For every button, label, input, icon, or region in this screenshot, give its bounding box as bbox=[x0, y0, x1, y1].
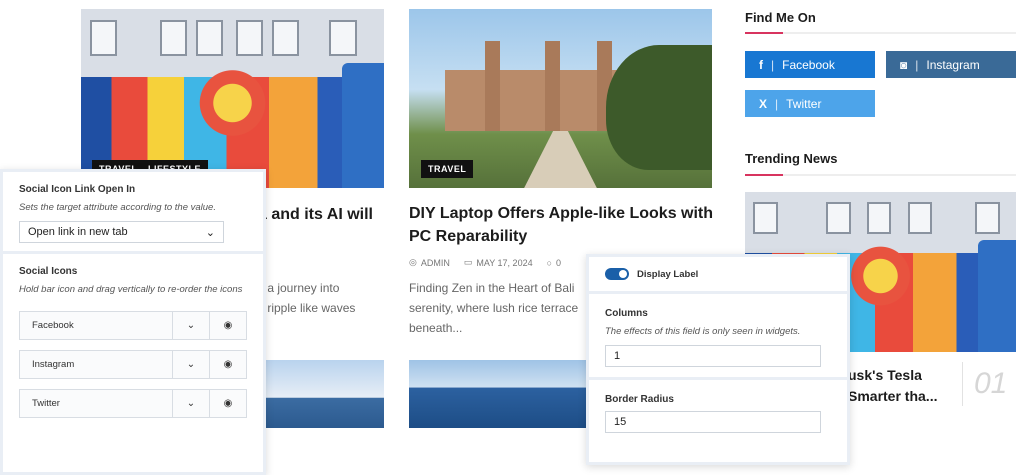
chevron-down-icon: ⌄ bbox=[205, 226, 215, 239]
link-target-select[interactable]: Open link in new tab ⌄ bbox=[19, 221, 224, 243]
chevron-down-icon[interactable]: ⌄ bbox=[172, 390, 209, 417]
eye-icon[interactable]: ◉ bbox=[209, 390, 246, 417]
facebook-icon: f bbox=[759, 57, 763, 72]
instagram-icon: ◙ bbox=[900, 57, 908, 72]
widget-title-underline bbox=[745, 32, 1016, 34]
section-description: The effects of this field is only seen i… bbox=[605, 326, 801, 337]
post-image-sea[interactable] bbox=[258, 360, 384, 428]
display-label-row: Display Label bbox=[589, 257, 847, 291]
post-excerpt: s a journey into s ripple like waves bbox=[258, 278, 355, 318]
social-button-facebook[interactable]: f | Facebook bbox=[745, 51, 875, 78]
social-icon-row[interactable]: Twitter ⌄ ◉ bbox=[19, 389, 247, 418]
page: TRAVEL LIFESTYLE TRAVEL a and its AI wil… bbox=[0, 0, 1024, 475]
post-title[interactable]: DIY Laptop Offers Apple-like Looks with … bbox=[409, 202, 719, 248]
excerpt-line: s ripple like waves bbox=[258, 301, 356, 315]
post-tag[interactable]: TRAVEL bbox=[421, 160, 474, 178]
comment-count: 0 bbox=[556, 257, 562, 268]
widget-title-trending: Trending News bbox=[745, 151, 838, 166]
divider bbox=[962, 362, 963, 406]
post-meta: ◎ ADMIN ▭ MAY 17, 2024 ○ 0 bbox=[409, 257, 561, 268]
author-name: ADMIN bbox=[420, 257, 450, 268]
social-settings-panel: Social Icon Link Open In Sets the target… bbox=[0, 169, 266, 475]
input-value: 15 bbox=[614, 416, 627, 428]
social-icon-label: Twitter bbox=[32, 398, 60, 409]
post-title[interactable]: a and its AI will bbox=[258, 203, 373, 226]
link-open-section: Social Icon Link Open In Sets the target… bbox=[3, 172, 263, 251]
chevron-down-icon[interactable]: ⌄ bbox=[172, 312, 209, 339]
trending-number: 01 bbox=[974, 367, 1008, 400]
eye-icon[interactable]: ◉ bbox=[209, 312, 246, 339]
trending-title[interactable]: usk's Tesla Smarter tha... bbox=[848, 365, 937, 407]
border-radius-input[interactable]: 15 bbox=[605, 411, 821, 433]
post-comments[interactable]: ○ 0 bbox=[547, 258, 561, 268]
calendar-icon: ▭ bbox=[463, 257, 473, 267]
social-icon-row[interactable]: Facebook ⌄ ◉ bbox=[19, 311, 247, 340]
widget-settings-panel: Display Label Columns The effects of thi… bbox=[586, 254, 850, 465]
widget-title-underline bbox=[745, 174, 1016, 176]
social-button-instagram[interactable]: ◙ | Instagram bbox=[886, 51, 1016, 78]
select-value: Open link in new tab bbox=[28, 226, 128, 238]
toggle-label: Display Label bbox=[637, 268, 699, 280]
columns-section: Columns The effects of this field is onl… bbox=[589, 294, 847, 377]
post-excerpt: Finding Zen in the Heart of Bali serenit… bbox=[409, 281, 579, 335]
trending-title-line: Smarter tha... bbox=[848, 388, 938, 404]
user-icon: ◎ bbox=[409, 257, 417, 267]
display-label-toggle[interactable] bbox=[605, 268, 629, 280]
social-icons-section: Social Icons Hold bar icon and drag vert… bbox=[3, 254, 263, 418]
date-text: MAY 17, 2024 bbox=[476, 257, 533, 268]
trending-title-line: usk's Tesla bbox=[848, 367, 922, 383]
section-title: Columns bbox=[605, 308, 648, 319]
post-date: ▭ MAY 17, 2024 bbox=[464, 257, 533, 268]
social-icon-label: Instagram bbox=[32, 359, 75, 370]
section-title: Social Icon Link Open In bbox=[19, 184, 136, 195]
section-title: Border Radius bbox=[605, 394, 674, 405]
chevron-down-icon[interactable]: ⌄ bbox=[172, 351, 209, 378]
section-title: Social Icons bbox=[19, 266, 78, 277]
widget-title-find-me: Find Me On bbox=[745, 10, 816, 25]
social-label: Instagram bbox=[926, 57, 980, 72]
excerpt-line: s a journey into bbox=[258, 281, 340, 295]
eye-icon[interactable]: ◉ bbox=[209, 351, 246, 378]
social-icon-label: Facebook bbox=[32, 320, 74, 331]
social-label: Twitter bbox=[786, 96, 822, 111]
comment-icon: ○ bbox=[546, 257, 553, 268]
input-value: 1 bbox=[614, 350, 621, 362]
section-description: Sets the target attribute according to t… bbox=[19, 202, 216, 213]
social-icon-row[interactable]: Instagram ⌄ ◉ bbox=[19, 350, 247, 379]
x-icon: X bbox=[759, 96, 768, 111]
border-radius-section: Border Radius 15 bbox=[589, 380, 847, 441]
social-label: Facebook bbox=[782, 57, 835, 72]
post-image-ocean[interactable] bbox=[409, 360, 599, 428]
section-description: Hold bar icon and drag vertically to re-… bbox=[19, 284, 243, 295]
columns-input[interactable]: 1 bbox=[605, 345, 821, 367]
post-author[interactable]: ◎ ADMIN bbox=[409, 257, 450, 268]
social-button-twitter[interactable]: X | Twitter bbox=[745, 90, 875, 117]
